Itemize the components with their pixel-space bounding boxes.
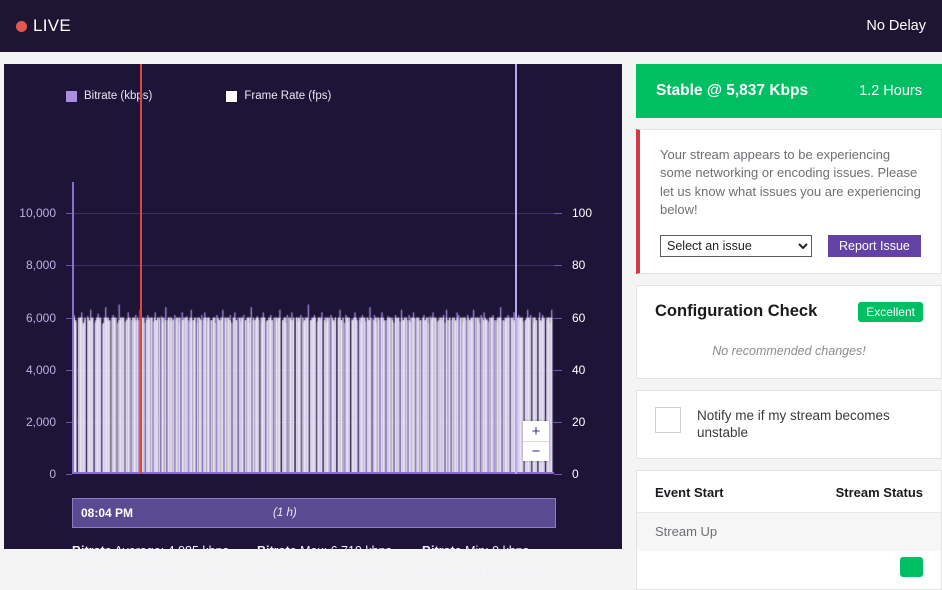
- tick-mark: [66, 265, 72, 267]
- legend-swatch-framerate: [226, 90, 238, 102]
- tick-mark: [66, 474, 72, 475]
- zoom-in-button[interactable]: +: [523, 421, 549, 441]
- y-tick-right: 60: [572, 310, 586, 325]
- end-marker: [514, 64, 517, 474]
- y-tick-right: 0: [572, 467, 579, 481]
- tick-mark: [66, 317, 72, 319]
- y-tick-left: 6,000: [25, 310, 56, 325]
- issue-message: Your stream appears to be experiencing s…: [660, 147, 921, 218]
- tick-mark: [66, 369, 72, 371]
- legend-label-framerate: Frame Rate (fps): [244, 90, 332, 102]
- stats-row-framerate: Framerate Average: 51 fps Framerate Max:…: [72, 567, 617, 581]
- y-tick-left: 2,000: [25, 414, 56, 429]
- live-indicator: LIVE: [16, 16, 71, 36]
- chart-plot-area[interactable]: 0 2,000 4,000 6,000 8,000 10,000 0 20 40 60 80 100: [19, 64, 592, 481]
- tick-mark: [554, 265, 562, 267]
- live-label: LIVE: [33, 16, 72, 35]
- events-table: Event Start Stream Status Stream Up: [636, 469, 942, 590]
- delay-status-label: No Delay: [866, 18, 926, 34]
- config-title: Configuration Check: [655, 302, 818, 321]
- config-status-badge: Excellent: [858, 301, 923, 322]
- y-tick-left: 4,000: [25, 362, 56, 377]
- stat-framerate-average: Framerate Average: 51 fps: [72, 567, 223, 581]
- range-duration: (1 h): [273, 507, 297, 519]
- notify-label: Notify me if my stream becomes unstable: [697, 407, 890, 441]
- stream-chart-panel: Bitrate (kbps) Frame Rate (fps) 0 2,000 4,…: [4, 64, 622, 581]
- sidebar: Stable @ 5,837 Kbps 1.2 Hours Your strea…: [636, 64, 942, 590]
- events-table-header: Event Start Stream Status: [637, 471, 941, 513]
- y-tick-right: 80: [572, 258, 586, 273]
- stats-row-bitrate: Bitrate Average: 4,985 kbps Bitrate Max:…: [72, 544, 617, 558]
- table-row[interactable]: Stream Up: [637, 512, 941, 551]
- top-header-bar: LIVE No Delay: [0, 0, 942, 52]
- playhead-marker: [139, 64, 142, 474]
- y-tick-right: 40: [572, 362, 586, 377]
- stat-framerate-min: Framerate Min: 0 fps: [422, 567, 541, 581]
- tick-mark: [554, 421, 562, 423]
- y-tick-left: 8,000: [25, 258, 56, 273]
- legend-item-framerate: Frame Rate (fps): [226, 90, 331, 102]
- chart-statistics: Bitrate Average: 4,985 kbps Bitrate Max:…: [72, 544, 617, 590]
- chart-axis-frame: [72, 182, 554, 474]
- notify-checkbox[interactable]: [655, 406, 681, 433]
- configuration-check-card: Configuration Check Excellent No recomme…: [636, 284, 942, 379]
- issue-select[interactable]: Select an issue: [660, 234, 812, 257]
- column-stream-status: Stream Status: [835, 484, 923, 500]
- column-event-start: Event Start: [655, 484, 724, 500]
- y-tick-right: 20: [572, 414, 586, 429]
- stat-bitrate-max: Bitrate Max: 6,719 kbps: [257, 544, 392, 558]
- chart-legend: Bitrate (kbps) Frame Rate (fps): [66, 90, 331, 102]
- chart-zoom-controls[interactable]: + −: [523, 421, 549, 461]
- stream-status-banner: Stable @ 5,837 Kbps 1.2 Hours: [636, 64, 942, 118]
- tick-mark: [554, 369, 562, 371]
- legend-label-bitrate: Bitrate (kbps): [84, 90, 153, 102]
- stat-bitrate-average: Bitrate Average: 4,985 kbps: [72, 544, 229, 558]
- issue-report-card: Your stream appears to be experiencing s…: [636, 129, 942, 274]
- live-dot-icon: [16, 20, 27, 32]
- stat-bitrate-min: Bitrate Min: 0 kbps: [422, 544, 529, 558]
- tick-mark: [66, 213, 72, 215]
- notify-preference-card: Notify me if my stream becomes unstable: [636, 389, 942, 459]
- zoom-out-button[interactable]: −: [523, 441, 549, 461]
- range-start-time: 08:04 PM: [81, 506, 134, 520]
- tick-mark: [554, 317, 562, 319]
- report-issue-button[interactable]: Report Issue: [828, 234, 921, 257]
- y-tick-left: 0: [49, 467, 56, 481]
- tick-mark: [66, 421, 72, 423]
- legend-swatch-bitrate: [66, 90, 77, 102]
- table-row[interactable]: [637, 550, 941, 589]
- stream-duration-text: 1.2 Hours: [859, 83, 922, 99]
- event-name: Stream Up: [655, 524, 718, 540]
- stream-status-text: Stable @ 5,837 Kbps: [656, 82, 809, 99]
- tick-mark: [554, 474, 562, 475]
- tick-mark: [554, 213, 562, 215]
- config-note: No recommended changes!: [712, 343, 866, 358]
- config-header: Configuration Check Excellent: [655, 301, 923, 322]
- issue-controls: Select an issue Report Issue: [660, 234, 923, 257]
- y-tick-right: 100: [572, 206, 593, 221]
- stat-framerate-max: Framerate Max: 60 fps: [257, 567, 386, 581]
- event-status-pill: [899, 557, 923, 578]
- y-tick-left: 10,000: [19, 206, 56, 221]
- time-range-selector[interactable]: 08:04 PM (1 h): [72, 498, 556, 528]
